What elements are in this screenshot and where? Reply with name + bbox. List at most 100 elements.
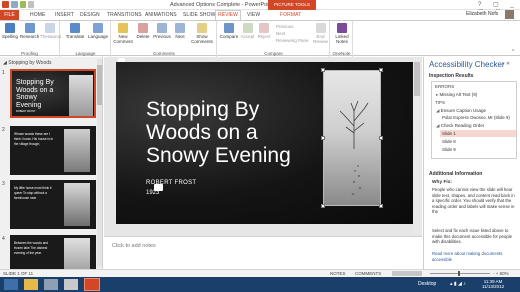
inspection-results-label: Inspection Results [429,73,474,79]
slide-title[interactable]: Stopping By Woods on a Snowy Evening [146,98,291,167]
snowy-tree-picture[interactable] [323,70,381,206]
tray-icons[interactable]: ▴ ▮ ◢ ♪ [450,281,466,287]
compare-next[interactable]: Next [276,31,285,36]
reading-order-item[interactable]: ◢ Check Reading Order [436,123,484,129]
explorer-icon[interactable] [24,279,38,290]
app-icon[interactable] [64,279,78,290]
notes-placeholder[interactable]: Click to add notes [112,243,156,249]
linked-notes-button[interactable]: Linked Notes [332,23,352,44]
thumbnail-pane: ◢ Stopping by Woods 1 Stopping By Woods … [0,57,103,269]
reviewing-pane[interactable]: Reviewing Pane [276,38,309,43]
thumb-sub: ROBERT FROST [16,110,36,113]
editor-scrollbar[interactable] [413,58,421,234]
resize-handle[interactable] [321,68,325,72]
research-button[interactable]: Research [20,23,39,39]
show-comments-icon [197,23,207,33]
order-item-slide8[interactable]: Slide 8 [442,139,456,144]
read-more-link[interactable]: Read more about making documents accessi… [432,251,516,262]
order-item-slide1[interactable]: Slide 1 [440,130,516,137]
tab-format[interactable]: FORMAT [280,12,301,18]
section-header[interactable]: ◢ Stopping by Woods [3,60,52,66]
app-icon[interactable] [2,1,9,8]
clock[interactable]: 11:39 AM 11/13/2012 [482,279,504,289]
tab-transitions[interactable]: TRANSITIONS [107,12,142,18]
zoom-slider[interactable] [430,271,490,276]
collapse-ribbon-icon[interactable]: ^ [512,49,514,55]
comment-bubble-icon[interactable] [154,184,163,191]
previous-icon [157,23,167,33]
tab-slideshow[interactable]: SLIDE SHOW [183,12,215,18]
results-list[interactable]: ERRORS ▸ Missing Alt Text (9) TIPS ◢ Ens… [431,81,517,159]
tab-home[interactable]: HOME [30,12,45,18]
tree-drawing [339,100,369,195]
translate-button[interactable]: Translate [63,23,87,39]
order-item-slide9[interactable]: Slide 9 [442,147,456,152]
tab-insert[interactable]: INSERT [55,12,74,18]
scrollbar-thumb[interactable] [414,62,420,96]
tab-animations[interactable]: ANIMATIONS [145,12,177,18]
proofing-group: Spelling Research Thesaurus Proofing [0,21,61,57]
view-buttons[interactable] [392,271,422,276]
resize-handle[interactable] [379,136,383,140]
thumbnail-scrollbar[interactable] [97,59,102,267]
translate-icon [70,23,80,33]
compare-button[interactable]: Compare [219,23,239,39]
new-comment-button[interactable]: New Comment [113,23,133,44]
comments-toggle[interactable]: COMMENTS [355,271,381,276]
thumb-title: Stopping By Woods on a Snowy Evening [16,79,54,109]
pane-options-icon[interactable]: ▾ ✕ [502,61,510,67]
slide-thumbnail-4[interactable]: Between the woods and frozen lake The da… [10,235,96,269]
end-review-button[interactable]: End Review [312,23,329,44]
next-comment-button[interactable]: Next [172,23,188,39]
show-comments-button[interactable]: Show Comments [189,23,215,44]
notes-pane[interactable]: Click to add notes [104,236,422,269]
slide-number: 4 [2,236,5,242]
slide-thumbnail-1[interactable]: Stopping By Woods on a Snowy Evening ROB… [10,69,96,118]
tab-view[interactable]: VIEW [247,12,260,18]
onenote-group: Linked Notes OneNote [331,21,353,57]
reject-button[interactable]: Reject [256,23,272,39]
thumb-image [64,129,90,172]
user-name[interactable]: Elizabeth Nofs [466,11,498,17]
app-icon[interactable] [44,279,58,290]
caption-subitem[interactable]: Polar Express Owosso, MI (Slide 9) [442,115,510,120]
save-icon[interactable] [11,1,18,8]
accessibility-checker-pane: Accessibility Checker ▾ ✕ Inspection Res… [423,57,520,269]
resize-handle[interactable] [321,136,325,140]
zoom-slider-thumb[interactable] [458,271,460,276]
tab-design[interactable]: DESIGN [80,12,100,18]
undo-icon[interactable] [20,1,26,8]
notes-toggle[interactable]: NOTES [330,271,346,276]
compare-icon [224,23,234,33]
compare-previous[interactable]: Previous [276,24,294,29]
current-slide[interactable]: Stopping By Woods on a Snowy Evening ROB… [116,62,417,224]
slide-thumbnail-3[interactable]: My little horse must think it queer To s… [10,180,96,229]
avatar[interactable] [505,10,514,19]
resize-handle[interactable] [321,204,325,208]
slide-thumbnail-2[interactable]: Whose woods these are I think I know. Hi… [10,126,96,175]
desktop-label[interactable]: Desktop [418,281,436,287]
status-bar: SLIDE 1 OF 11 NOTES COMMENTS - + 60% [0,269,520,277]
ie-icon[interactable] [4,279,18,290]
scrollbar-thumb[interactable] [97,65,102,105]
powerpoint-taskbar-icon[interactable] [84,278,100,291]
zoom-level[interactable]: - + 60% [493,271,509,276]
accept-button[interactable]: Accept [239,23,256,39]
tab-file[interactable]: FILE [0,10,19,20]
thesaurus-button[interactable]: Thesaurus [40,23,61,39]
delete-comment-button[interactable]: Delete [134,23,152,39]
pane-title: Accessibility Checker [429,60,505,69]
missing-alt-text-item[interactable]: ▸ Missing Alt Text (9) [436,92,477,98]
resize-handle[interactable] [379,204,383,208]
why-fix-label: Why Fix: [432,180,452,185]
language-label: Language [75,51,96,56]
previous-comment-button[interactable]: Previous [152,23,172,39]
thumb-image [69,75,93,116]
caption-item[interactable]: ◢ Ensure Caption Usage [436,108,486,114]
resize-handle[interactable] [379,68,383,72]
redo-icon[interactable] [28,1,34,8]
errors-header: ERRORS [435,84,455,89]
language-button[interactable]: Language [87,23,109,39]
thumb-text: My little horse must think it queer To s… [14,186,52,200]
spelling-button[interactable]: Spelling [1,23,19,39]
